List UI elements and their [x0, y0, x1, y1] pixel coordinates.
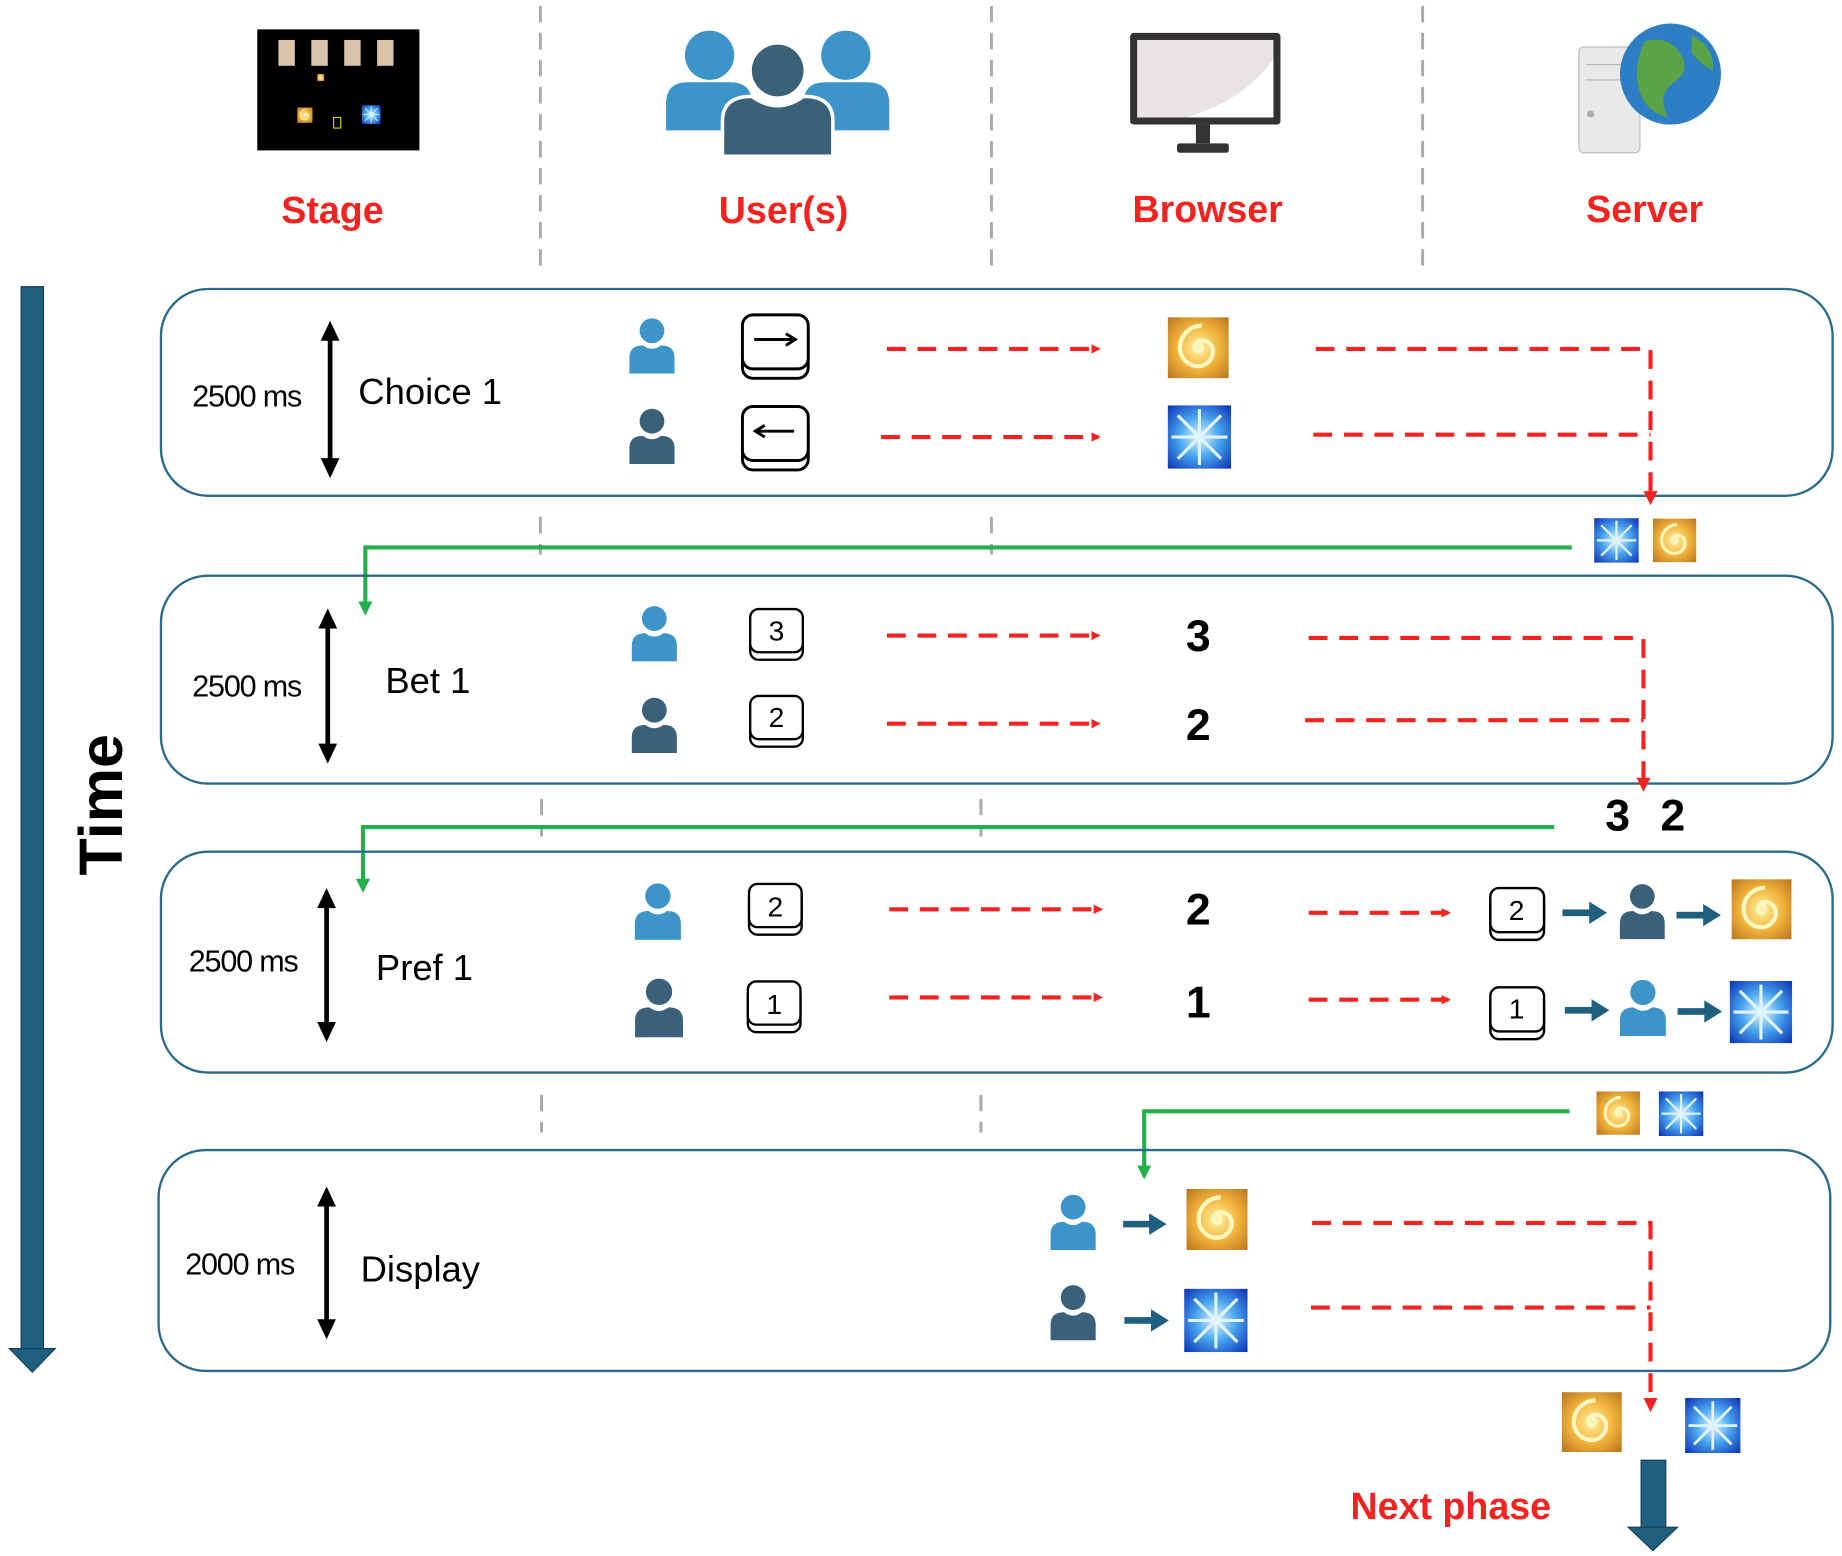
stage-column-label: Stage [281, 189, 383, 231]
arrow-right-icon [1677, 1000, 1723, 1023]
stage-bet-box: 2500 ms Bet 1 3 2 3 2 [159, 574, 1834, 792]
server-column-label: Server [1586, 188, 1703, 230]
column-dividers [538, 5, 1425, 1133]
time-arrow [8, 286, 57, 1373]
server-globe-icon [1578, 23, 1722, 154]
stage-display-box: 2000 ms Display [157, 1148, 1832, 1413]
server-response-line [1137, 1109, 1570, 1180]
user-icon [629, 318, 675, 374]
keyboard-key-icon: 2 [1488, 886, 1546, 942]
svg-text:1: 1 [766, 988, 782, 1020]
snowflake-image [1184, 1288, 1248, 1353]
user-icon [1050, 1285, 1096, 1341]
spiral-image [1732, 879, 1792, 939]
browser-value: 2 [1186, 886, 1211, 935]
snowflake-image [1683, 1397, 1742, 1454]
stage-name: Pref 1 [376, 947, 473, 988]
stage-name: Bet 1 [385, 660, 470, 701]
left-arrow-key-icon [740, 405, 810, 472]
browser-value: 2 [1186, 701, 1211, 750]
browser-value: 3 [1186, 612, 1211, 661]
arrow-right-icon [1676, 903, 1722, 927]
user-icon [1619, 979, 1666, 1037]
snowflake-image [1594, 518, 1639, 563]
spiral-image [1186, 1189, 1247, 1250]
user-icon [1619, 884, 1665, 940]
stage-duration: 2500 ms [192, 670, 302, 704]
users-group-icon [666, 30, 890, 159]
snowflake-image [1167, 405, 1232, 469]
svg-text:2: 2 [1509, 894, 1525, 926]
keyboard-key-icon: 3 [748, 607, 805, 662]
next-phase-label: Next phase [1351, 1485, 1552, 1527]
next-phase-arrow [1626, 1459, 1680, 1552]
keyboard-key-icon: 2 [747, 882, 803, 936]
user-icon [631, 697, 677, 754]
server-result-value: 2 [1660, 792, 1685, 841]
time-label: Time [67, 734, 135, 875]
arrow-right-icon [1564, 999, 1610, 1022]
stage-name: Choice 1 [358, 371, 502, 412]
stage-duration: 2500 ms [192, 379, 302, 413]
server-response-line [358, 545, 1572, 616]
spiral-image [1596, 1091, 1640, 1135]
browser-column-label: Browser [1132, 188, 1283, 230]
stage-pref-box: 2500 ms Pref 1 2 1 2 1 2 1 [159, 850, 1834, 1074]
svg-text:2: 2 [769, 701, 785, 733]
keyboard-key-icon: 1 [1488, 985, 1546, 1041]
snowflake-image [1729, 980, 1793, 1044]
arrow-right-icon [1562, 901, 1608, 924]
spiral-image [1562, 1392, 1622, 1452]
users-column-label: User(s) [719, 189, 849, 231]
stage-name: Display [361, 1249, 481, 1290]
user-icon [1050, 1194, 1096, 1250]
user-icon [631, 606, 677, 662]
server-result-value: 3 [1605, 792, 1630, 841]
user-icon [634, 883, 681, 940]
right-arrow-key-icon [740, 313, 810, 380]
browser-value: 1 [1186, 978, 1211, 1027]
arrow-right-icon [1124, 1309, 1169, 1332]
stage-duration: 2500 ms [189, 945, 299, 979]
svg-text:3: 3 [769, 614, 785, 646]
stage-duration: 2000 ms [185, 1248, 295, 1282]
spiral-image [1168, 317, 1229, 378]
arrow-right-icon [1123, 1213, 1167, 1235]
svg-text:2: 2 [767, 890, 783, 922]
keyboard-key-icon: 2 [748, 694, 805, 749]
monitor-icon [1130, 32, 1281, 153]
user-icon [629, 408, 675, 465]
keyboard-key-icon: 1 [746, 980, 802, 1034]
stage-choice-box: 2500 ms Choice 1 [159, 287, 1834, 506]
experiment-timeline-diagram: Stage User(s) Browser Server Time 2500 m… [8, 5, 1834, 1552]
stage-screenshot [257, 29, 420, 151]
user-icon [635, 978, 683, 1038]
snowflake-image [1658, 1091, 1704, 1137]
spiral-image [1652, 518, 1697, 563]
svg-text:1: 1 [1509, 993, 1525, 1025]
